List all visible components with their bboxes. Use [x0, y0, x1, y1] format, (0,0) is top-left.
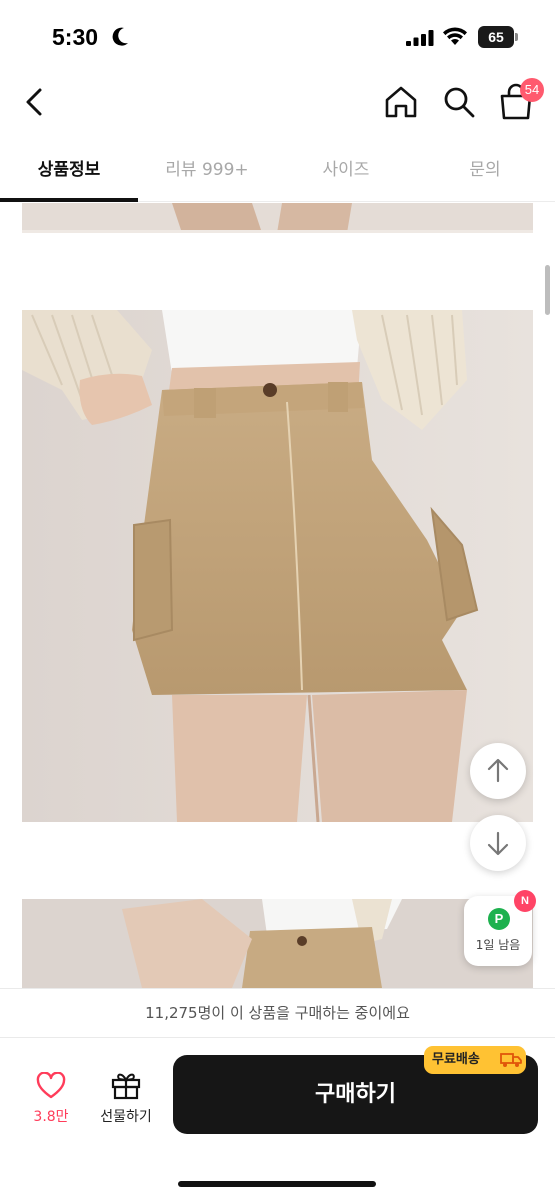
free-shipping-badge: 무료배송	[424, 1046, 526, 1074]
purchase-activity-notice: 11,275명이 이 상품을 구매하는 중이에요	[0, 988, 555, 1038]
truck-icon	[500, 1053, 522, 1067]
home-indicator[interactable]	[178, 1181, 376, 1187]
arrow-down-icon[interactable]	[470, 815, 526, 871]
heart-icon	[36, 1072, 66, 1099]
battery-indicator: 65	[478, 26, 518, 48]
free-shipping-label: 무료배송	[432, 1052, 480, 1067]
chevron-left-icon[interactable]	[18, 82, 54, 122]
points-icon: P	[488, 908, 510, 930]
scrollbar-thumb[interactable]	[545, 265, 550, 315]
status-time: 5:30	[52, 24, 99, 50]
status-bar: 5:30 65	[0, 0, 555, 74]
gift-button[interactable]: 선물하기	[92, 1068, 160, 1128]
home-icon[interactable]	[382, 82, 420, 122]
product-photo-main	[22, 310, 533, 822]
cart-count-badge: 54	[520, 78, 544, 102]
like-count: 3.8만	[33, 1109, 69, 1125]
battery-cap	[515, 33, 518, 41]
wifi-icon	[443, 27, 467, 45]
product-photo-top	[22, 203, 533, 233]
tab-product-info[interactable]: 상품정보	[0, 140, 138, 202]
tab-size[interactable]: 사이즈	[277, 140, 415, 202]
new-badge: N	[514, 890, 536, 912]
product-detail-content	[0, 203, 555, 988]
tab-reviews[interactable]: 리뷰 999+	[138, 140, 276, 202]
gift-icon	[111, 1073, 141, 1100]
product-photo-bottom	[22, 899, 533, 988]
app-header	[0, 74, 555, 132]
tab-inquiry[interactable]: 문의	[416, 140, 554, 202]
signal-icon	[406, 30, 434, 46]
points-remaining-label: 1일 남음	[475, 938, 521, 952]
active-tab-indicator	[0, 198, 138, 202]
arrow-up-icon[interactable]	[470, 743, 526, 799]
gift-label: 선물하기	[100, 1109, 152, 1125]
product-tabs: 상품정보 리뷰 999+ 사이즈 문의	[0, 140, 555, 202]
moon-icon	[112, 27, 128, 46]
like-button[interactable]: 3.8만	[22, 1068, 80, 1128]
search-icon[interactable]	[440, 82, 478, 122]
battery-level: 65	[478, 26, 514, 48]
